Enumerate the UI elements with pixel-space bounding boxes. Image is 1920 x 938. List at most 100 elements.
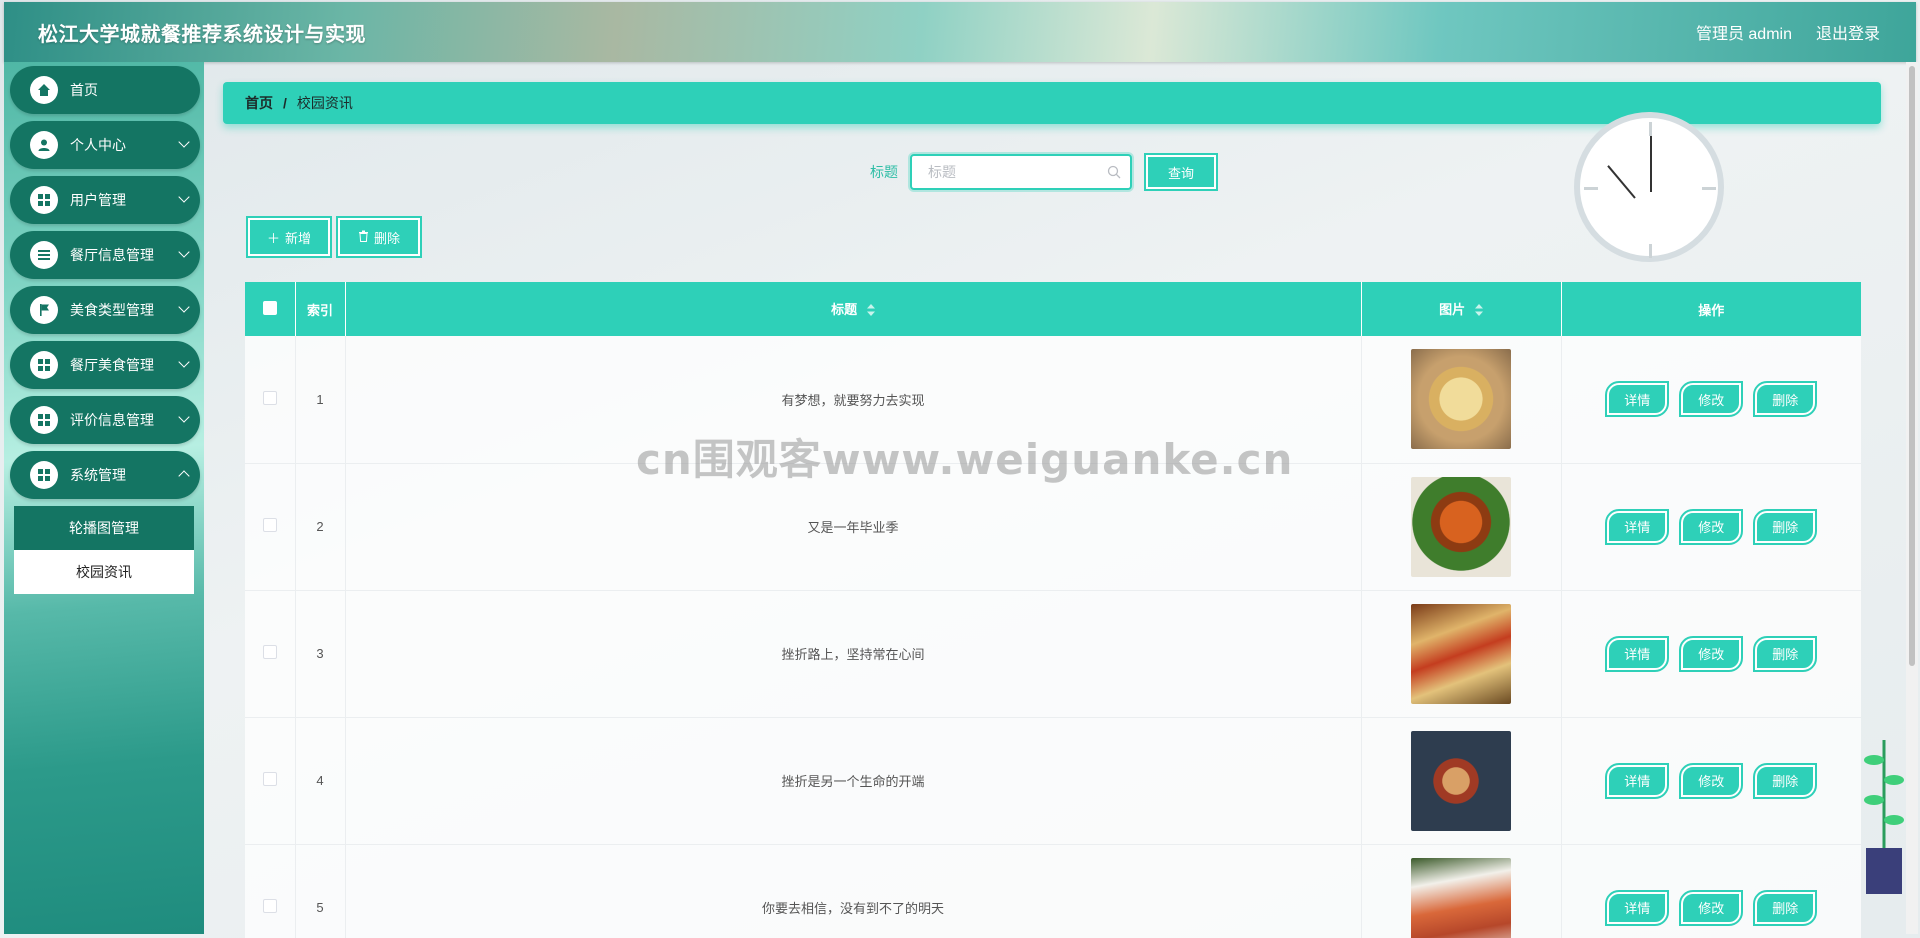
delete-button[interactable]: 删除: [1753, 508, 1818, 545]
sidebar-item-review-info[interactable]: 评价信息管理: [10, 396, 200, 444]
logout-link[interactable]: 退出登录: [1816, 20, 1880, 44]
page-scrollbar[interactable]: [1906, 62, 1918, 934]
detail-button[interactable]: 详情: [1605, 381, 1670, 418]
detail-button[interactable]: 详情: [1605, 889, 1670, 926]
submenu-item-carousel[interactable]: 轮播图管理: [14, 506, 194, 550]
row-checkbox[interactable]: [262, 899, 277, 913]
tacos-image: [1411, 603, 1511, 704]
sidebar-item-label: 个人中心: [70, 137, 126, 153]
top-bar: 松江大学城就餐推荐系统设计与实现 管理员 admin 退出登录: [4, 2, 1916, 62]
table-row: 1 有梦想，就要努力去实现 详情 修改 删除: [245, 336, 1861, 464]
grid-icon: [30, 351, 58, 379]
search-bar: 标题 查询: [870, 153, 1218, 191]
chevron-up-icon: [178, 470, 190, 482]
sidebar-item-system-management[interactable]: 系统管理: [10, 451, 200, 499]
search-input[interactable]: [928, 164, 1108, 180]
news-table: 索引 标题 图片 操作 1 有梦想，就要努力去实现 详情 修改 删除 2 又是一…: [245, 282, 1861, 938]
column-header-title[interactable]: 标题: [345, 282, 1362, 336]
system-submenu: 轮播图管理 校园资讯: [14, 506, 194, 594]
chevron-down-icon: [178, 411, 190, 423]
plant-decoration: [1862, 720, 1906, 900]
table-header-row: 索引 标题 图片 操作: [245, 282, 1861, 336]
sort-icon[interactable]: [866, 303, 875, 319]
sidebar-item-personal-center[interactable]: 个人中心: [10, 121, 200, 169]
delete-button[interactable]: 删除: [1753, 762, 1818, 799]
edit-button[interactable]: 修改: [1679, 762, 1744, 799]
sidebar: 首页 个人中心 用户管理 餐厅信息管理 美食类型管理 餐厅美食管理 评价信息管理…: [4, 62, 204, 934]
app-title: 松江大学城就餐推荐系统设计与实现: [38, 23, 366, 46]
column-header-image-label: 图片: [1439, 302, 1466, 318]
add-button[interactable]: ＋ 新增: [246, 216, 332, 258]
row-index: 3: [295, 590, 346, 718]
chevron-down-icon: [178, 301, 190, 313]
sort-icon[interactable]: [1474, 303, 1483, 319]
detail-button[interactable]: 详情: [1605, 762, 1670, 799]
column-header-title-label: 标题: [831, 302, 858, 318]
grid-icon: [30, 406, 58, 434]
trash-icon: [358, 230, 369, 245]
column-header-image[interactable]: 图片: [1361, 282, 1562, 336]
batch-delete-button[interactable]: 删除: [336, 216, 422, 258]
row-title: 又是一年毕业季: [345, 463, 1362, 591]
grid-icon: [30, 461, 58, 489]
table-row: 2 又是一年毕业季 详情 修改 删除: [245, 463, 1861, 591]
clock-decoration: [1574, 112, 1724, 262]
row-index: 2: [295, 463, 346, 591]
home-icon: [30, 76, 58, 104]
sidebar-item-home[interactable]: 首页: [10, 66, 200, 114]
row-title: 有梦想，就要努力去实现: [345, 336, 1362, 464]
scrollbar-thumb[interactable]: [1909, 66, 1915, 666]
delete-button-label: 删除: [373, 230, 400, 246]
edit-button[interactable]: 修改: [1679, 381, 1744, 418]
row-index: 4: [295, 717, 346, 845]
sidebar-item-label: 美食类型管理: [70, 302, 154, 318]
delete-button[interactable]: 删除: [1753, 635, 1818, 672]
row-checkbox[interactable]: [262, 645, 277, 659]
breadcrumb-current: 校园资讯: [296, 95, 353, 111]
table-row: 3 挫折路上，坚持常在心间 详情 修改 删除: [245, 590, 1861, 718]
chevron-down-icon: [178, 191, 190, 203]
sidebar-item-food-type[interactable]: 美食类型管理: [10, 286, 200, 334]
edit-button[interactable]: 修改: [1679, 635, 1744, 672]
list-icon: [30, 241, 58, 269]
row-title: 挫折是另一个生命的开端: [345, 717, 1362, 845]
delete-button[interactable]: 删除: [1753, 381, 1818, 418]
sidebar-item-restaurant-food[interactable]: 餐厅美食管理: [10, 341, 200, 389]
sidebar-item-user-management[interactable]: 用户管理: [10, 176, 200, 224]
search-icon: [1107, 165, 1121, 184]
row-checkbox[interactable]: [262, 772, 277, 786]
crab-dish-image: [1411, 476, 1511, 577]
food-platter-image: [1411, 349, 1511, 450]
query-button[interactable]: 查询: [1144, 153, 1218, 191]
admin-user-label[interactable]: 管理员 admin: [1696, 20, 1792, 44]
salmon-dish-image: [1411, 857, 1511, 938]
sidebar-item-label: 餐厅美食管理: [70, 357, 154, 373]
row-checkbox[interactable]: [262, 518, 277, 532]
column-header-actions: 操作: [1698, 302, 1725, 318]
edit-button[interactable]: 修改: [1679, 889, 1744, 926]
plus-icon: ＋: [266, 230, 280, 246]
chevron-down-icon: [178, 246, 190, 258]
detail-button[interactable]: 详情: [1605, 508, 1670, 545]
header-user-area: 管理员 admin 退出登录: [1696, 20, 1880, 44]
row-title: 你要去相信，没有到不了的明天: [345, 844, 1362, 938]
row-checkbox[interactable]: [262, 390, 277, 405]
detail-button[interactable]: 详情: [1605, 635, 1670, 672]
sidebar-item-label: 首页: [70, 82, 98, 98]
grid-icon: [30, 186, 58, 214]
dinner-table-image: [1411, 730, 1511, 831]
sidebar-item-label: 系统管理: [70, 467, 126, 483]
search-box: [910, 154, 1132, 190]
toolbar: ＋ 新增 删除: [246, 216, 422, 258]
row-index: 1: [295, 336, 346, 464]
sidebar-item-restaurant-info[interactable]: 餐厅信息管理: [10, 231, 200, 279]
delete-button[interactable]: 删除: [1753, 889, 1818, 926]
submenu-item-campus-news[interactable]: 校园资讯: [14, 550, 194, 594]
row-index: 5: [295, 844, 346, 938]
add-button-label: 新增: [285, 230, 312, 246]
breadcrumb-home[interactable]: 首页: [245, 93, 273, 113]
user-icon: [30, 131, 58, 159]
select-all-checkbox[interactable]: [262, 300, 277, 315]
edit-button[interactable]: 修改: [1679, 508, 1744, 545]
search-label: 标题: [870, 164, 898, 180]
